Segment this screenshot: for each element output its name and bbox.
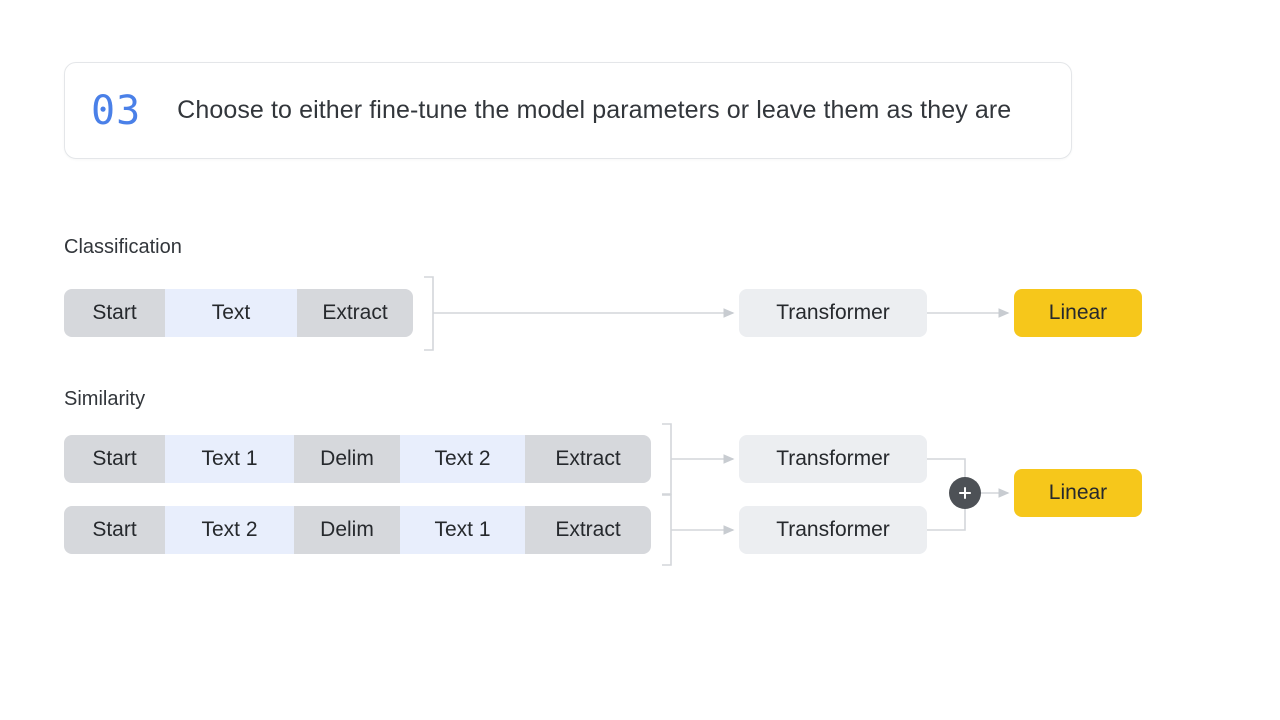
token-extract: Extract xyxy=(525,435,651,483)
token-text-2: Text 2 xyxy=(400,435,525,483)
token-text-2: Text 2 xyxy=(165,506,294,554)
token-start: Start xyxy=(64,435,165,483)
linear-box-similarity: Linear xyxy=(1014,469,1142,517)
token-start: Start xyxy=(64,289,165,337)
token-row-classification: Start Text Extract xyxy=(64,289,413,337)
step-description: Choose to either fine-tune the model par… xyxy=(177,96,1012,124)
merge-node-similarity xyxy=(949,477,981,509)
token-text: Text xyxy=(165,289,297,337)
token-delim: Delim xyxy=(294,506,400,554)
step-number: 03 xyxy=(91,87,142,134)
token-text-1: Text 1 xyxy=(165,435,294,483)
token-text-1: Text 1 xyxy=(400,506,525,554)
transformer-box-similarity-2: Transformer xyxy=(739,506,927,554)
section-label-similarity: Similarity xyxy=(64,388,146,410)
token-extract: Extract xyxy=(297,289,413,337)
token-delim: Delim xyxy=(294,435,400,483)
token-row-similarity-1: Start Text 1 Delim Text 2 Extract xyxy=(64,435,651,483)
linear-box-classification: Linear xyxy=(1014,289,1142,337)
token-start: Start xyxy=(64,506,165,554)
step-header-card: 03 Choose to either fine-tune the model … xyxy=(64,62,1072,159)
section-label-classification: Classification xyxy=(64,236,182,258)
transformer-box-classification: Transformer xyxy=(739,289,927,337)
token-row-similarity-2: Start Text 2 Delim Text 1 Extract xyxy=(64,506,651,554)
token-extract: Extract xyxy=(525,506,651,554)
transformer-box-similarity-1: Transformer xyxy=(739,435,927,483)
plus-icon xyxy=(959,487,971,499)
